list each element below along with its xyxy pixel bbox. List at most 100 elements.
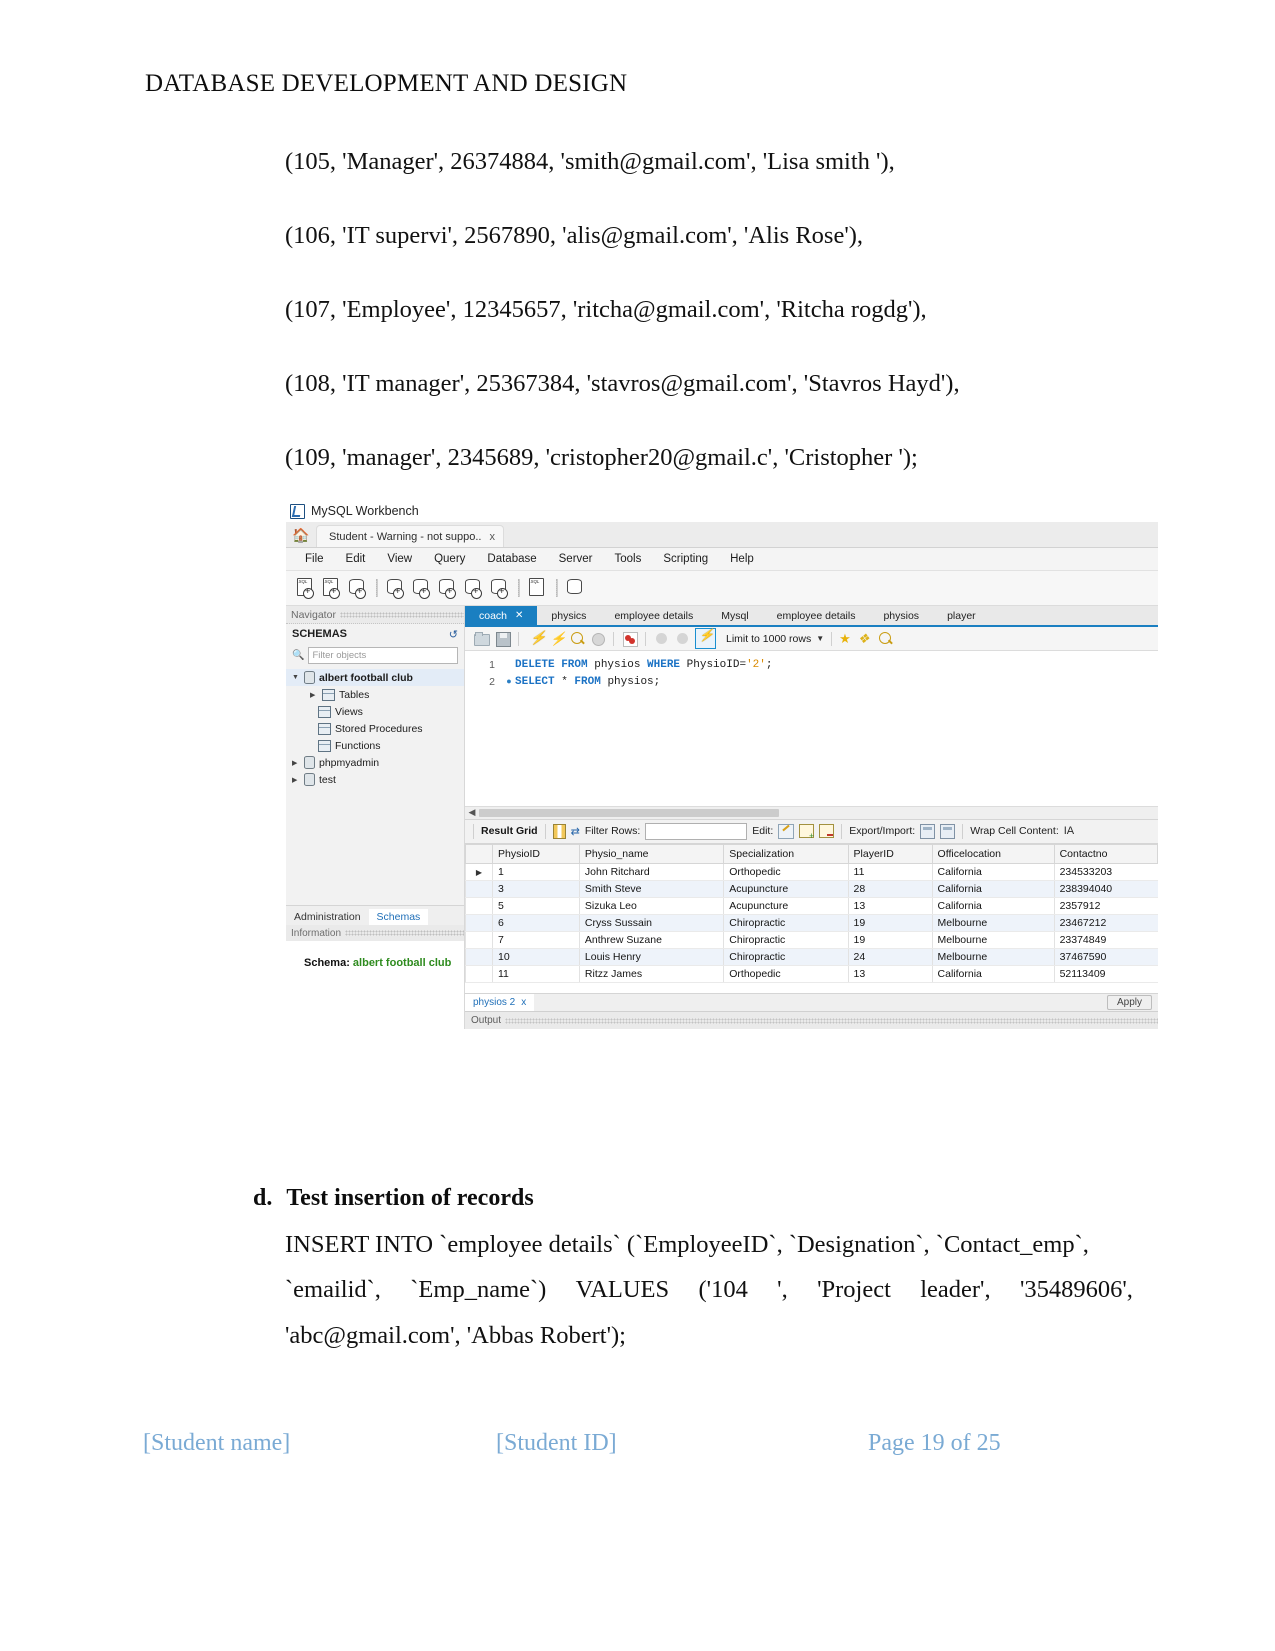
save-script-icon[interactable] xyxy=(494,630,511,647)
insert-row-icon[interactable] xyxy=(799,824,815,841)
delete-row-icon[interactable] xyxy=(819,824,835,838)
execute-current-statement-icon[interactable]: ⚡ xyxy=(547,630,566,647)
new-function-icon[interactable] xyxy=(488,576,512,600)
menu-item-tools[interactable]: Tools xyxy=(604,553,653,565)
rollback-transaction-icon[interactable] xyxy=(674,630,691,647)
close-icon[interactable]: x xyxy=(521,997,526,1008)
connection-tab[interactable]: Student - Warning - not suppo.. x xyxy=(316,525,504,547)
cell-playerid[interactable]: 19 xyxy=(847,914,933,932)
editor-tab-mysql[interactable]: Mysql xyxy=(707,606,762,625)
cell-physio-name[interactable]: John Ritchard xyxy=(578,863,724,881)
cell-officelocation[interactable]: California xyxy=(931,880,1055,898)
menu-item-scripting[interactable]: Scripting xyxy=(652,553,719,565)
find-icon[interactable] xyxy=(876,630,893,647)
table-row[interactable]: 7 Anthrew Suzane Chiropractic 19 Melbour… xyxy=(465,931,1158,949)
tree-node-tables[interactable]: Tables xyxy=(286,686,464,703)
menu-item-query[interactable]: Query xyxy=(423,553,476,565)
cell-specialization[interactable]: Chiropractic xyxy=(723,914,849,932)
cell-playerid[interactable]: 28 xyxy=(847,880,933,898)
refresh-icon[interactable]: ⇄ xyxy=(571,825,580,838)
commit-transaction-icon[interactable] xyxy=(653,630,670,647)
filter-objects-input[interactable]: Filter objects xyxy=(308,646,458,664)
cell-contactno[interactable]: 238394040 xyxy=(1053,880,1158,898)
save-snippet-icon[interactable]: ★ xyxy=(839,631,851,647)
wrap-cell-content-icon[interactable]: IA xyxy=(1064,825,1074,837)
cell-officelocation[interactable]: California xyxy=(931,897,1055,915)
tab-administration[interactable]: Administration xyxy=(286,909,369,925)
cell-contactno[interactable]: 37467590 xyxy=(1053,948,1158,966)
menu-item-edit[interactable]: Edit xyxy=(335,553,377,565)
horizontal-scrollbar[interactable]: ◀ xyxy=(465,805,1158,819)
new-sql-tab-icon[interactable] xyxy=(294,576,318,600)
cell-physioid[interactable]: 6 xyxy=(492,914,580,932)
new-view-icon[interactable] xyxy=(436,576,460,600)
cell-specialization[interactable]: Orthopedic xyxy=(723,965,849,983)
result-tab-physios-2[interactable]: physios 2 x xyxy=(465,994,535,1011)
editor-tab-player[interactable]: player xyxy=(933,606,990,625)
reconnect-server-icon[interactable] xyxy=(564,576,588,600)
cell-contactno[interactable]: 2357912 xyxy=(1053,897,1158,915)
tree-node-functions[interactable]: Functions xyxy=(286,737,464,754)
home-tab-button[interactable]: 🏠 xyxy=(286,522,316,547)
cell-physioid[interactable]: 10 xyxy=(492,948,580,966)
chevron-down-icon[interactable] xyxy=(292,674,300,681)
menu-item-help[interactable]: Help xyxy=(719,553,765,565)
table-row[interactable]: 5 Sizuka Leo Acupuncture 13 California 2… xyxy=(465,897,1158,915)
scrollbar-thumb[interactable] xyxy=(479,808,779,817)
editor-tab-employee-details-2[interactable]: employee details xyxy=(763,606,870,625)
tree-node-albert-football-club[interactable]: albert football club xyxy=(286,669,464,686)
cell-physio-name[interactable]: Smith Steve xyxy=(578,880,724,898)
connection-info-icon[interactable] xyxy=(346,576,370,600)
cell-contactno[interactable]: 23374849 xyxy=(1053,931,1158,949)
cell-specialization[interactable]: Acupuncture xyxy=(723,880,849,898)
new-schema-icon[interactable] xyxy=(384,576,408,600)
edit-cell-icon[interactable] xyxy=(778,823,795,839)
search-table-data-icon[interactable] xyxy=(526,576,550,600)
stop-execution-icon[interactable] xyxy=(589,630,606,647)
cell-playerid[interactable]: 13 xyxy=(847,965,933,983)
editor-tab-coach[interactable]: coach ✕ xyxy=(465,606,538,625)
cell-officelocation[interactable]: Melbourne xyxy=(931,948,1055,966)
chevron-right-icon[interactable] xyxy=(292,776,300,784)
filter-rows-input[interactable] xyxy=(645,822,748,840)
menu-item-file[interactable]: File xyxy=(294,553,335,565)
refresh-icon[interactable]: ↺ xyxy=(449,628,458,641)
cell-physio-name[interactable]: Sizuka Leo xyxy=(578,897,724,915)
beautify-sql-icon[interactable]: ❖ xyxy=(855,630,872,647)
chevron-right-icon[interactable] xyxy=(292,759,300,767)
new-procedure-icon[interactable] xyxy=(462,576,486,600)
cell-specialization[interactable]: Acupuncture xyxy=(723,897,849,915)
cell-physioid[interactable]: 1 xyxy=(492,863,580,881)
table-row[interactable]: 10 Louis Henry Chiropractic 24 Melbourne… xyxy=(465,948,1158,966)
cell-physio-name[interactable]: Louis Henry xyxy=(578,948,724,966)
grid-view-icon[interactable] xyxy=(552,823,566,839)
cell-physioid[interactable]: 7 xyxy=(492,931,580,949)
cell-playerid[interactable]: 13 xyxy=(847,897,933,915)
cell-physio-name[interactable]: Cryss Sussain xyxy=(578,914,724,932)
cell-specialization[interactable]: Chiropractic xyxy=(723,948,849,966)
cell-specialization[interactable]: Chiropractic xyxy=(723,931,849,949)
cell-officelocation[interactable]: Melbourne xyxy=(931,914,1055,932)
editor-tab-physios[interactable]: physios xyxy=(869,606,933,625)
cell-playerid[interactable]: 19 xyxy=(847,931,933,949)
cell-contactno[interactable]: 23467212 xyxy=(1053,914,1158,932)
column-header-playerid[interactable]: PlayerID xyxy=(847,843,933,864)
cell-contactno[interactable]: 52113409 xyxy=(1053,965,1158,983)
cell-specialization[interactable]: Orthopedic xyxy=(723,863,849,881)
editor-tab-employee-details-1[interactable]: employee details xyxy=(600,606,707,625)
cell-officelocation[interactable]: California xyxy=(931,863,1055,881)
apply-button[interactable]: Apply xyxy=(1106,995,1152,1010)
table-row[interactable]: 3 Smith Steve Acupuncture 28 California … xyxy=(465,880,1158,898)
table-row[interactable]: 6 Cryss Sussain Chiropractic 19 Melbourn… xyxy=(465,914,1158,932)
menu-item-server[interactable]: Server xyxy=(548,553,604,565)
cell-playerid[interactable]: 11 xyxy=(847,863,933,881)
cell-physioid[interactable]: 5 xyxy=(492,897,580,915)
chevron-down-icon[interactable]: ▼ xyxy=(816,634,824,643)
open-sql-script-icon[interactable] xyxy=(320,576,344,600)
row-limit-select[interactable]: Limit to 1000 rows ▼ xyxy=(726,633,824,645)
menu-item-view[interactable]: View xyxy=(376,553,423,565)
new-table-icon[interactable] xyxy=(410,576,434,600)
cell-officelocation[interactable]: Melbourne xyxy=(931,931,1055,949)
tree-node-stored-procedures[interactable]: Stored Procedures xyxy=(286,720,464,737)
tree-node-phpmyadmin[interactable]: phpmyadmin xyxy=(286,754,464,771)
